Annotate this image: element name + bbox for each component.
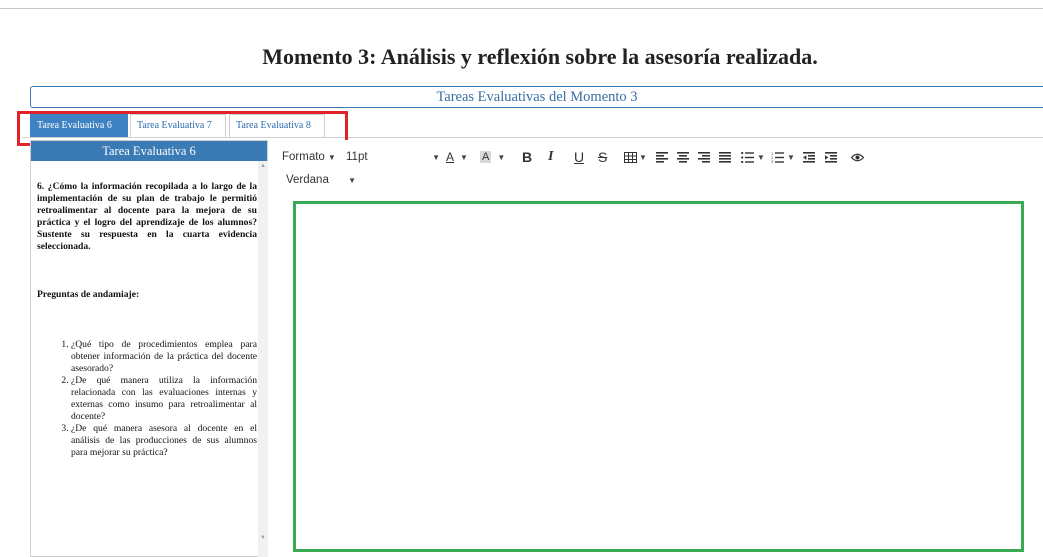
align-justify-button[interactable]	[719, 151, 741, 163]
chevron-down-icon: ▼	[348, 175, 356, 185]
scaffold-item: ¿De qué manera asesora al docente en el …	[71, 423, 257, 459]
tab-tarea-evaluativa-7[interactable]: Tarea Evaluativa 7	[130, 114, 226, 138]
italic-button[interactable]: I	[548, 149, 574, 165]
underline-button[interactable]: U	[574, 149, 598, 165]
align-center-button[interactable]	[677, 151, 698, 163]
background-color-button[interactable]: A ▼	[480, 151, 522, 163]
editor-toolbar-row2: Verdana ▼	[286, 172, 356, 188]
font-family-value: Verdana	[286, 174, 329, 186]
bullet-list-button[interactable]: ▼	[741, 151, 771, 163]
outdent-button[interactable]	[803, 151, 825, 163]
panel-header: Tareas Evaluativas del Momento 3	[30, 86, 1043, 108]
font-size-dropdown[interactable]: 11pt ▼	[346, 151, 446, 163]
chevron-down-icon: ▼	[497, 152, 506, 162]
chevron-down-icon: ▼	[639, 152, 647, 162]
table-button[interactable]: ▼	[624, 151, 656, 163]
scaffold-list: ¿Qué tipo de procedimientos emplea para …	[37, 339, 257, 459]
preview-button[interactable]	[851, 153, 871, 162]
task-question: 6. ¿Cómo la información recopilada a lo …	[37, 181, 257, 252]
table-icon	[624, 151, 637, 163]
chevron-down-icon: ▼	[327, 152, 336, 162]
align-justify-icon	[719, 151, 731, 163]
chevron-down-icon: ▼	[432, 152, 440, 162]
indent-button[interactable]	[825, 151, 851, 163]
numbered-list-button[interactable]: 1 2 3 ▼	[771, 152, 803, 163]
task-pane-content: 6. ¿Cómo la información recopilada a lo …	[31, 161, 267, 459]
editor-toolbar: Formato ▼ 11pt ▼ A ▼ A ▼ B I U S ▼ ▼ 1 2…	[282, 148, 871, 166]
tab-tarea-evaluativa-8[interactable]: Tarea Evaluativa 8	[229, 114, 325, 138]
background-color-icon: A	[480, 151, 492, 163]
task-instructions-pane: Tarea Evaluativa 6 6. ¿Cómo la informaci…	[30, 140, 268, 557]
task-pane-title: Tarea Evaluativa 6	[31, 141, 267, 161]
align-center-icon	[677, 151, 689, 163]
align-right-button[interactable]	[698, 151, 719, 163]
indent-icon	[825, 151, 837, 163]
font-color-icon: A	[446, 150, 455, 164]
strikethrough-button[interactable]: S	[598, 149, 624, 165]
scaffold-item: ¿Qué tipo de procedimientos emplea para …	[71, 339, 257, 375]
format-dropdown[interactable]: Formato ▼	[282, 151, 346, 163]
align-left-button[interactable]	[656, 151, 677, 163]
font-color-button[interactable]: A ▼	[446, 150, 480, 164]
top-divider	[0, 8, 1043, 9]
answer-text-area[interactable]	[293, 201, 1024, 552]
font-family-dropdown[interactable]: Verdana ▼	[286, 174, 356, 186]
tab-bar: Tarea Evaluativa 6 Tarea Evaluativa 7 Ta…	[22, 112, 1043, 138]
bullet-list-icon	[741, 151, 754, 163]
scroll-up-icon[interactable]: ▲	[258, 163, 268, 169]
chevron-down-icon: ▼	[787, 152, 795, 162]
bold-button[interactable]: B	[522, 149, 548, 165]
page-title: Momento 3: Análisis y reflexión sobre la…	[262, 44, 818, 69]
scroll-down-icon[interactable]: ▼	[258, 535, 268, 541]
tab-baseline	[22, 137, 1043, 138]
task-pane-scrollbar[interactable]: ▲ ▼	[258, 161, 268, 557]
align-left-icon	[656, 151, 668, 163]
align-right-icon	[698, 151, 710, 163]
font-size-value: 11pt	[346, 151, 368, 163]
svg-text:3: 3	[771, 160, 773, 163]
format-label: Formato	[282, 151, 325, 163]
rich-text-editor: Formato ▼ 11pt ▼ A ▼ A ▼ B I U S ▼ ▼ 1 2…	[268, 140, 1043, 557]
numbered-list-icon: 123	[771, 152, 784, 163]
scaffold-heading: Preguntas de andamiaje:	[37, 289, 140, 300]
tab-tarea-evaluativa-6[interactable]: Tarea Evaluativa 6	[30, 114, 128, 138]
chevron-down-icon: ▼	[757, 152, 765, 162]
outdent-icon	[803, 151, 815, 163]
chevron-down-icon: ▼	[460, 152, 468, 162]
eye-icon	[851, 153, 864, 161]
scaffold-item: ¿De qué manera utiliza la información re…	[71, 375, 257, 423]
